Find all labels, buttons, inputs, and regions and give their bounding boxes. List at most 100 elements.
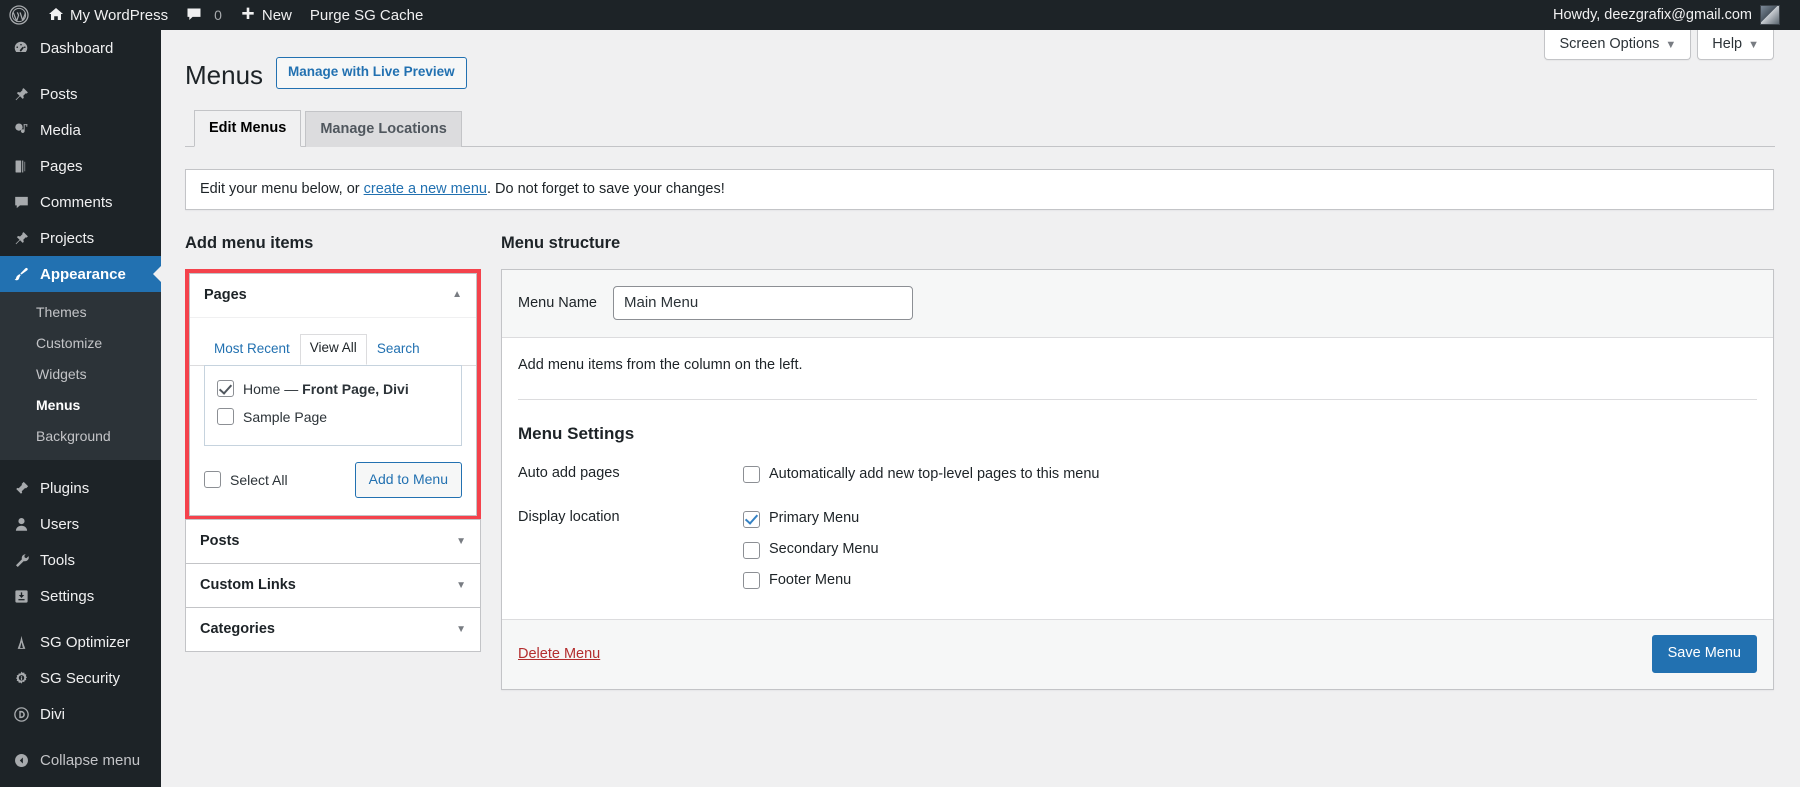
sidebar-label: Divi — [40, 705, 65, 723]
nav-tab-wrapper: Edit Menus Manage Locations — [185, 109, 1775, 147]
sidebar-item-projects[interactable]: Projects — [0, 220, 161, 256]
accordion-header-custom-links[interactable]: Custom Links ▼ — [186, 564, 480, 608]
checkbox-sample-page[interactable] — [217, 408, 234, 426]
pin-icon — [10, 86, 32, 103]
site-name-button[interactable]: My WordPress — [39, 0, 177, 30]
sidebar-subitem-background[interactable]: Background — [0, 421, 161, 452]
new-content-label: New — [261, 6, 292, 24]
tab-most-recent[interactable]: Most Recent — [204, 335, 300, 365]
sidebar-subitem-widgets[interactable]: Widgets — [0, 359, 161, 390]
chevron-up-icon[interactable]: ▲ — [452, 289, 462, 300]
delete-menu-link[interactable]: Delete Menu — [518, 646, 600, 662]
chevron-down-icon: ▼ — [1748, 39, 1759, 51]
wordpress-logo-button[interactable] — [0, 0, 39, 30]
auto-add-pages-option-label: Automatically add new top-level pages to… — [769, 465, 1100, 482]
checkbox-secondary-menu[interactable] — [743, 541, 760, 559]
sidebar-item-pages[interactable]: Pages — [0, 148, 161, 184]
menu-name-input[interactable] — [612, 285, 913, 320]
list-item[interactable]: Sample Page — [217, 405, 449, 433]
accordion-title: Custom Links — [200, 577, 296, 594]
notice-text-after: . Do not forget to save your changes! — [486, 180, 725, 197]
comments-button[interactable]: 0 — [177, 0, 231, 30]
pin-icon — [10, 230, 32, 247]
menu-structure-footer: Delete Menu Save Menu — [502, 618, 1773, 690]
sidebar-label: Tools — [40, 551, 76, 569]
accordion-title: Posts — [200, 533, 240, 550]
sidebar-label: Appearance — [40, 265, 126, 283]
howdy-label: Howdy, deezgrafix@gmail.com — [1553, 7, 1752, 23]
create-a-new-menu-link[interactable]: create a new menu — [364, 181, 487, 197]
divi-icon — [10, 706, 32, 723]
sidebar-item-sg-security[interactable]: SG Security — [0, 660, 161, 696]
sidebar-item-tools[interactable]: Tools — [0, 542, 161, 578]
location-label: Footer Menu — [769, 571, 852, 588]
menu-structure-box: Menu Name Add menu items from the column… — [501, 268, 1774, 691]
sidebar-label: SG Optimizer — [40, 633, 131, 651]
screen-options-button[interactable]: Screen Options ▼ — [1544, 30, 1692, 60]
chevron-down-icon[interactable]: ▼ — [456, 624, 466, 635]
empty-menu-hint: Add menu items from the column on the le… — [518, 356, 803, 373]
accordion-header-pages[interactable]: Pages ▲ — [190, 273, 476, 317]
sg-security-icon — [10, 670, 32, 687]
chevron-down-icon[interactable]: ▼ — [456, 536, 466, 547]
checkbox-footer-menu[interactable] — [743, 572, 760, 590]
tab-view-all[interactable]: View All — [299, 333, 367, 366]
checkbox-auto-add-pages[interactable] — [743, 466, 760, 484]
help-button[interactable]: Help ▼ — [1697, 30, 1774, 60]
list-item[interactable]: Home — Front Page, Divi — [217, 377, 449, 405]
notice-text-before: Edit your menu below, or — [200, 180, 364, 197]
sidebar-item-users[interactable]: Users — [0, 506, 161, 542]
sidebar-divider — [0, 460, 161, 470]
tab-search[interactable]: Search — [367, 335, 430, 365]
accordion-header-posts[interactable]: Posts ▼ — [186, 520, 480, 564]
collapse-arrow-icon — [10, 752, 32, 769]
sidebar-item-plugins[interactable]: Plugins — [0, 470, 161, 506]
settings-icon — [10, 588, 32, 605]
add-to-menu-button[interactable]: Add to Menu — [354, 462, 462, 499]
auto-add-pages-option[interactable]: Automatically add new top-level pages to… — [743, 464, 1757, 486]
sidebar-item-sg-optimizer[interactable]: SG Optimizer — [0, 624, 161, 660]
select-all-row[interactable]: Select All — [204, 470, 288, 491]
checkbox-primary-menu[interactable] — [743, 510, 760, 528]
new-content-button[interactable]: New — [231, 0, 301, 30]
chevron-down-icon[interactable]: ▼ — [456, 580, 466, 591]
sidebar-divider — [0, 614, 161, 624]
accordion-panel-custom-links: Custom Links ▼ — [185, 564, 481, 609]
accordion-title: Categories — [200, 621, 275, 638]
save-menu-button[interactable]: Save Menu — [1651, 634, 1757, 674]
sidebar-item-comments[interactable]: Comments — [0, 184, 161, 220]
auto-add-pages-field: Automatically add new top-level pages to… — [743, 464, 1757, 495]
sidebar-item-dashboard[interactable]: Dashboard — [0, 30, 161, 66]
sidebar-label: Collapse menu — [40, 751, 141, 769]
chevron-down-icon: ▼ — [1665, 39, 1677, 51]
checkbox-select-all[interactable] — [204, 470, 221, 488]
sidebar-label: Users — [40, 515, 80, 533]
manage-with-live-preview-button[interactable]: Manage with Live Preview — [276, 57, 467, 90]
accordion-panel-pages: Pages ▲ Most Recent View All Search Home… — [189, 272, 477, 517]
sidebar-item-media[interactable]: Media — [0, 112, 161, 148]
add-menu-items-title: Add menu items — [185, 233, 314, 252]
tab-edit-menus[interactable]: Edit Menus — [194, 109, 302, 147]
select-all-label: Select All — [230, 471, 288, 488]
sidebar-subitem-customize[interactable]: Customize — [0, 328, 161, 359]
admin-sidebar: Dashboard Posts Media Pages Comments Pro… — [0, 30, 161, 787]
location-option-primary[interactable]: Primary Menu — [743, 508, 1757, 530]
sidebar-subitem-themes[interactable]: Themes — [0, 297, 161, 328]
sidebar-item-settings[interactable]: Settings — [0, 578, 161, 614]
purge-sg-cache-button[interactable]: Purge SG Cache — [301, 0, 432, 30]
tab-manage-locations[interactable]: Manage Locations — [305, 110, 462, 147]
location-option-footer[interactable]: Footer Menu — [743, 570, 1757, 592]
account-menu[interactable]: Howdy, deezgrafix@gmail.com — [1553, 5, 1800, 25]
purge-sg-cache-label: Purge SG Cache — [309, 6, 424, 24]
location-option-secondary[interactable]: Secondary Menu — [743, 539, 1757, 561]
sidebar-item-collapse-menu[interactable]: Collapse menu — [0, 742, 161, 778]
wordpress-logo-icon — [9, 5, 29, 25]
sidebar-item-divi[interactable]: Divi — [0, 696, 161, 732]
page-title: Menus — [185, 60, 264, 90]
sidebar-subitem-menus[interactable]: Menus — [0, 390, 161, 421]
accordion-header-categories[interactable]: Categories ▼ — [186, 608, 480, 652]
sidebar-label: Settings — [40, 587, 95, 605]
sidebar-item-appearance[interactable]: Appearance — [0, 256, 161, 292]
sidebar-item-posts[interactable]: Posts — [0, 76, 161, 112]
checkbox-home[interactable] — [217, 380, 234, 398]
